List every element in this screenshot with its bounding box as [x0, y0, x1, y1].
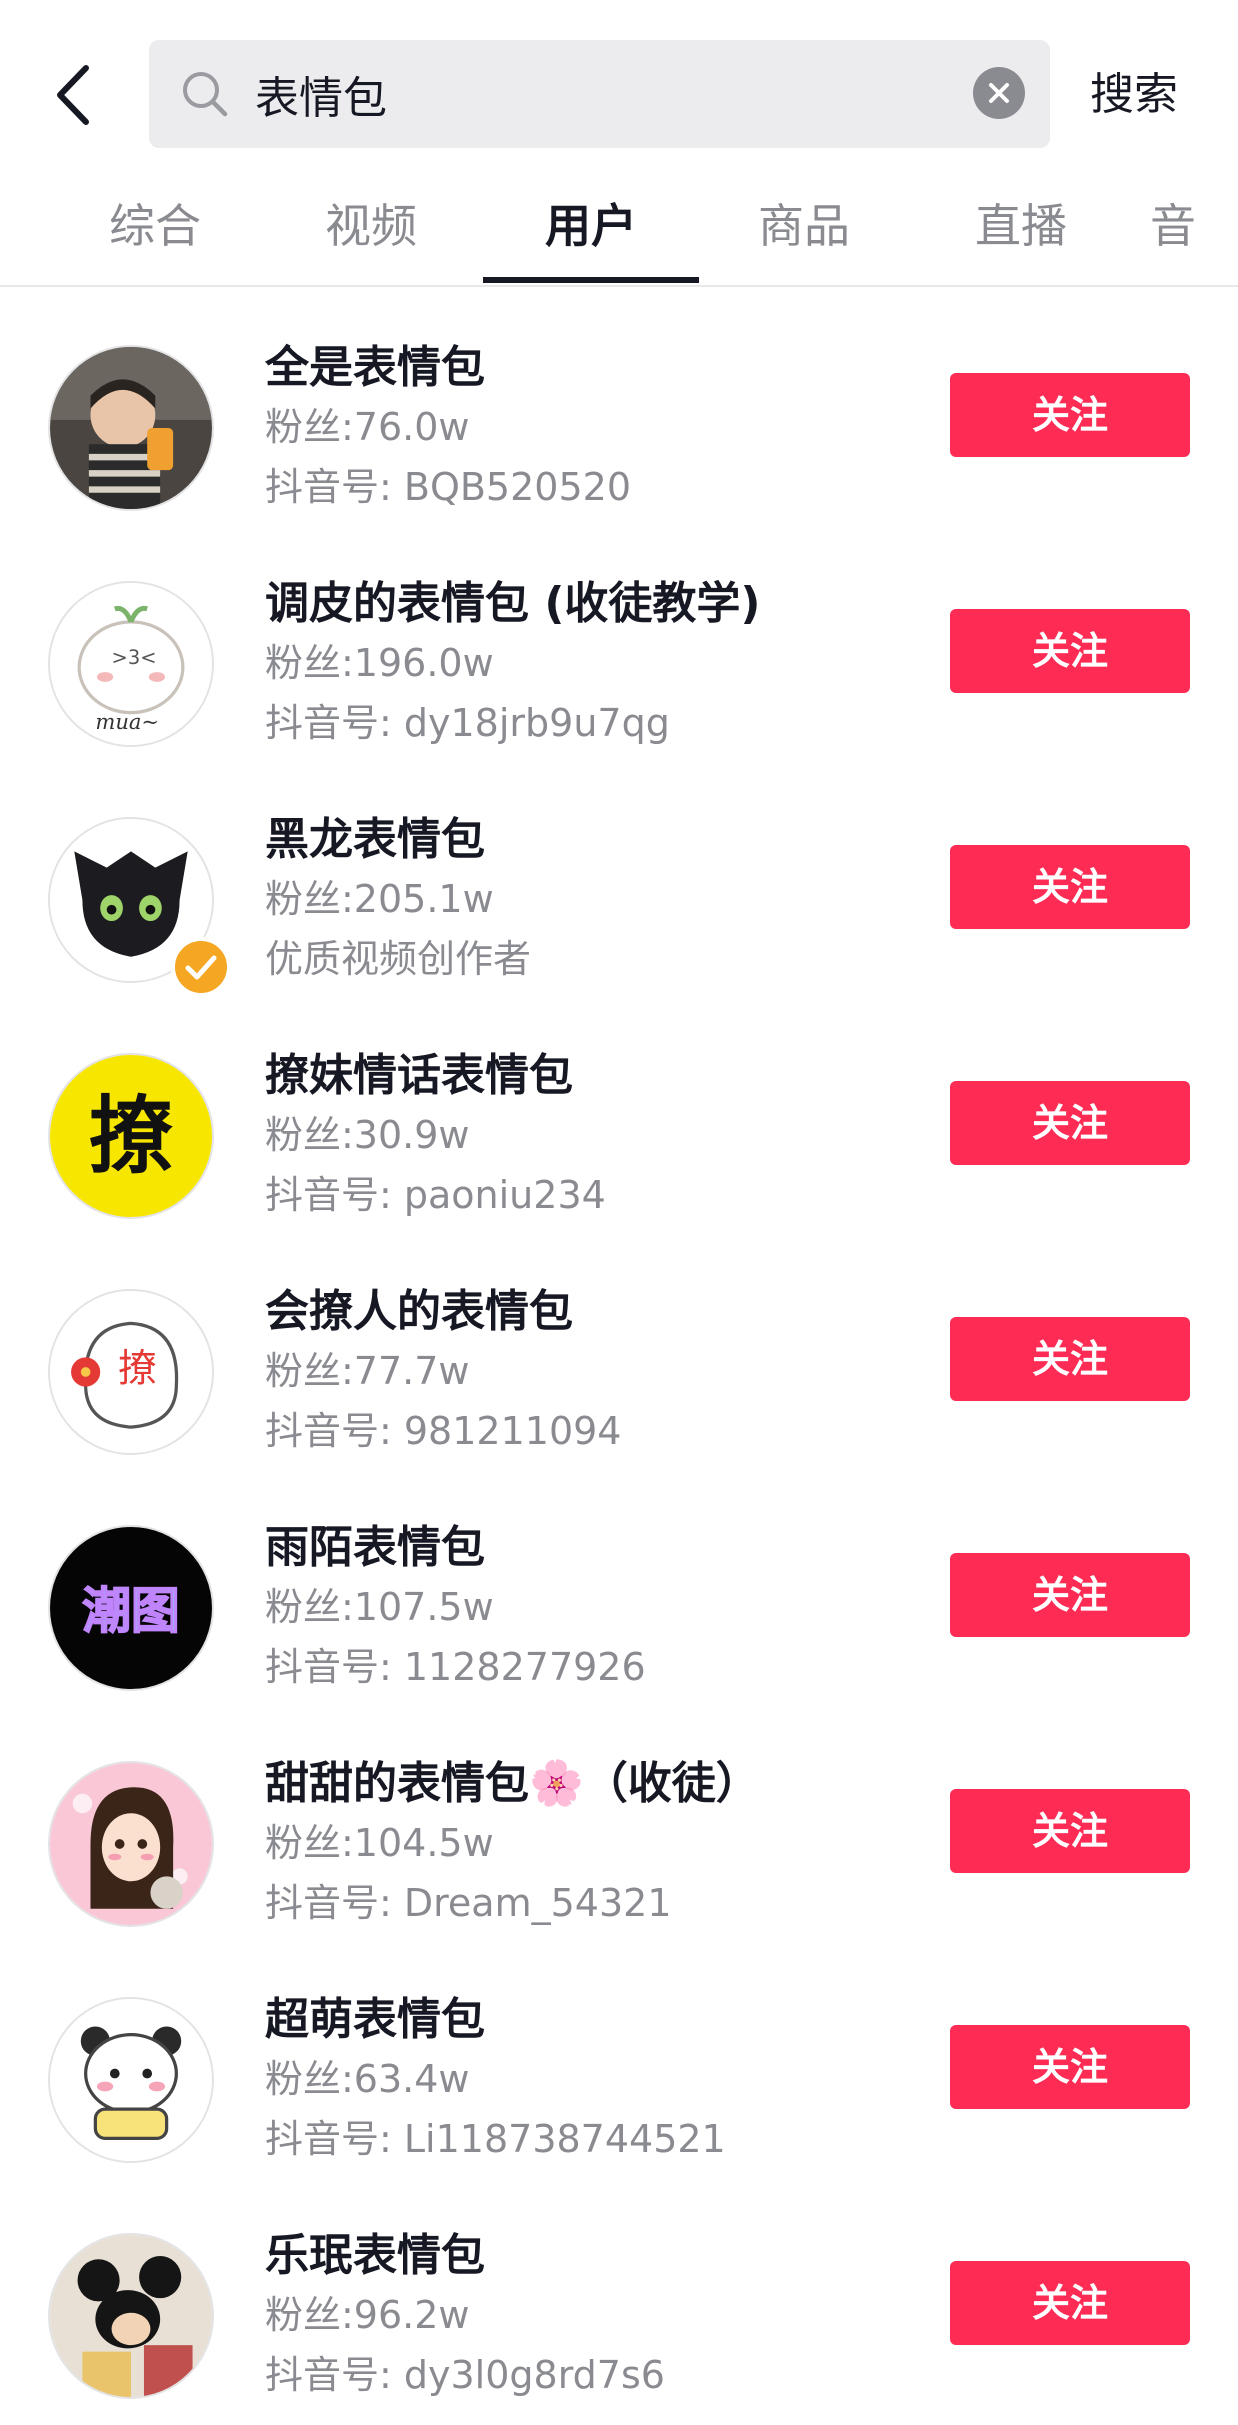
svg-text:mua~: mua~ [95, 709, 159, 734]
verified-badge-icon [171, 937, 231, 997]
user-result-row[interactable]: 超萌表情包 粉丝:63.4w 抖音号: Li118738744521 关注 [0, 1942, 1238, 2178]
tab-bar: 综合 视频 用户 商品 直播 音 [0, 170, 1238, 287]
white-liao-image: 撩 [50, 1291, 212, 1453]
user-id: 抖音号: 981211094 [265, 1409, 622, 1453]
follow-button[interactable]: 关注 [950, 2261, 1190, 2345]
back-button[interactable] [48, 60, 108, 130]
follower-count: 粉丝:63.4w [265, 2057, 470, 2101]
follow-button[interactable]: 关注 [950, 609, 1190, 693]
search-box[interactable] [149, 40, 1050, 148]
follow-button[interactable]: 关注 [950, 845, 1190, 929]
avatar[interactable]: 撩 [48, 1289, 214, 1455]
user-name: 撩妹情话表情包 [265, 1050, 573, 1101]
tab-live[interactable]: 直播 [913, 170, 1129, 283]
top-bar: 搜索 [0, 0, 1238, 170]
avatar[interactable] [48, 345, 214, 511]
mickey-image [50, 2235, 212, 2397]
toddler-photo-image [50, 347, 212, 509]
user-name: 全是表情包 [265, 342, 485, 393]
follower-count: 粉丝:77.7w [265, 1349, 470, 1393]
tab-users[interactable]: 用户 [483, 170, 699, 283]
active-tab-indicator [483, 277, 699, 283]
tab-music[interactable]: 音 [1150, 170, 1238, 283]
follower-count: 粉丝:76.0w [265, 405, 470, 449]
follow-button[interactable]: 关注 [950, 1317, 1190, 1401]
creator-label: 优质视频创作者 [265, 937, 532, 981]
clear-icon [989, 83, 1009, 103]
search-icon [183, 72, 228, 117]
user-name: 乐珉表情包 [265, 2230, 485, 2281]
user-id: 抖音号: 1128277926 [265, 1645, 646, 1689]
user-result-row[interactable]: 潮图 雨陌表情包 粉丝:107.5w 抖音号: 1128277926 关注 [0, 1470, 1238, 1706]
user-id: 抖音号: dy3l0g8rd7s6 [265, 2353, 665, 2397]
user-name: 雨陌表情包 [265, 1522, 485, 1573]
tab-videos[interactable]: 视频 [263, 170, 479, 283]
follow-button[interactable]: 关注 [950, 1081, 1190, 1165]
follower-count: 粉丝:107.5w [265, 1585, 494, 1629]
follower-count: 粉丝:104.5w [265, 1821, 494, 1865]
follower-count: 粉丝:96.2w [265, 2293, 470, 2337]
follow-button[interactable]: 关注 [950, 373, 1190, 457]
user-id: 抖音号: BQB520520 [265, 465, 631, 509]
user-name: 调皮的表情包 (收徒教学) [265, 578, 761, 629]
user-result-row[interactable]: 撩 会撩人的表情包 粉丝:77.7w 抖音号: 981211094 关注 [0, 1234, 1238, 1470]
user-result-row[interactable]: >3< mua~ 调皮的表情包 (收徒教学) 粉丝:196.0w 抖音号: dy… [0, 526, 1238, 762]
follow-button[interactable]: 关注 [950, 1553, 1190, 1637]
clear-search-button[interactable] [973, 67, 1025, 119]
avatar[interactable]: 潮图 [48, 1525, 214, 1691]
user-result-row[interactable]: 撩 撩妹情话表情包 粉丝:30.9w 抖音号: paoniu234 关注 [0, 998, 1238, 1234]
yellow-liao-image: 撩 [50, 1055, 212, 1217]
user-id: 抖音号: paoniu234 [265, 1173, 606, 1217]
follower-count: 粉丝:30.9w [265, 1113, 470, 1157]
search-input[interactable] [255, 40, 935, 148]
avatar[interactable] [48, 1761, 214, 1927]
user-name: 黑龙表情包 [265, 814, 485, 865]
user-name: 会撩人的表情包 [265, 1286, 573, 1337]
user-result-row[interactable]: 乐珉表情包 粉丝:96.2w 抖音号: dy3l0g8rd7s6 关注 [0, 2178, 1238, 2414]
follower-count: 粉丝:196.0w [265, 641, 494, 685]
svg-text:>3<: >3< [112, 646, 157, 669]
user-id: 抖音号: dy18jrb9u7qg [265, 701, 670, 745]
avatar[interactable]: 撩 [48, 1053, 214, 1219]
user-result-row[interactable]: 黑龙表情包 粉丝:205.1w 优质视频创作者 关注 [0, 762, 1238, 998]
avatar[interactable]: >3< mua~ [48, 581, 214, 747]
avatar[interactable] [48, 2233, 214, 2399]
avatar-text: 撩 [118, 1347, 157, 1392]
chaotu-image: 潮图 [50, 1527, 212, 1689]
user-name: 超萌表情包 [265, 1994, 485, 2045]
tab-products[interactable]: 商品 [696, 170, 912, 283]
user-result-row[interactable]: 全是表情包 粉丝:76.0w 抖音号: BQB520520 关注 [0, 290, 1238, 526]
avatar-text: 撩 [89, 1087, 173, 1185]
avatar[interactable] [48, 1997, 214, 2163]
follow-button[interactable]: 关注 [950, 2025, 1190, 2109]
follow-button[interactable]: 关注 [950, 1789, 1190, 1873]
user-result-row[interactable]: 甜甜的表情包🌸（收徒） 粉丝:104.5w 抖音号: Dream_54321 关… [0, 1706, 1238, 1942]
user-id: 抖音号: Li118738744521 [265, 2117, 726, 2161]
user-name: 甜甜的表情包🌸（收徒） [265, 1758, 760, 1809]
user-id: 抖音号: Dream_54321 [265, 1881, 672, 1925]
search-button[interactable]: 搜索 [1090, 50, 1178, 140]
panda-image [50, 1999, 212, 2161]
tab-comprehensive[interactable]: 综合 [47, 170, 263, 283]
chevron-left-icon [57, 65, 89, 125]
cartoon-bun-image: >3< mua~ [50, 583, 212, 745]
avatar-text: 潮图 [82, 1583, 179, 1639]
anime-girl-image [50, 1763, 212, 1925]
follower-count: 粉丝:205.1w [265, 877, 494, 921]
